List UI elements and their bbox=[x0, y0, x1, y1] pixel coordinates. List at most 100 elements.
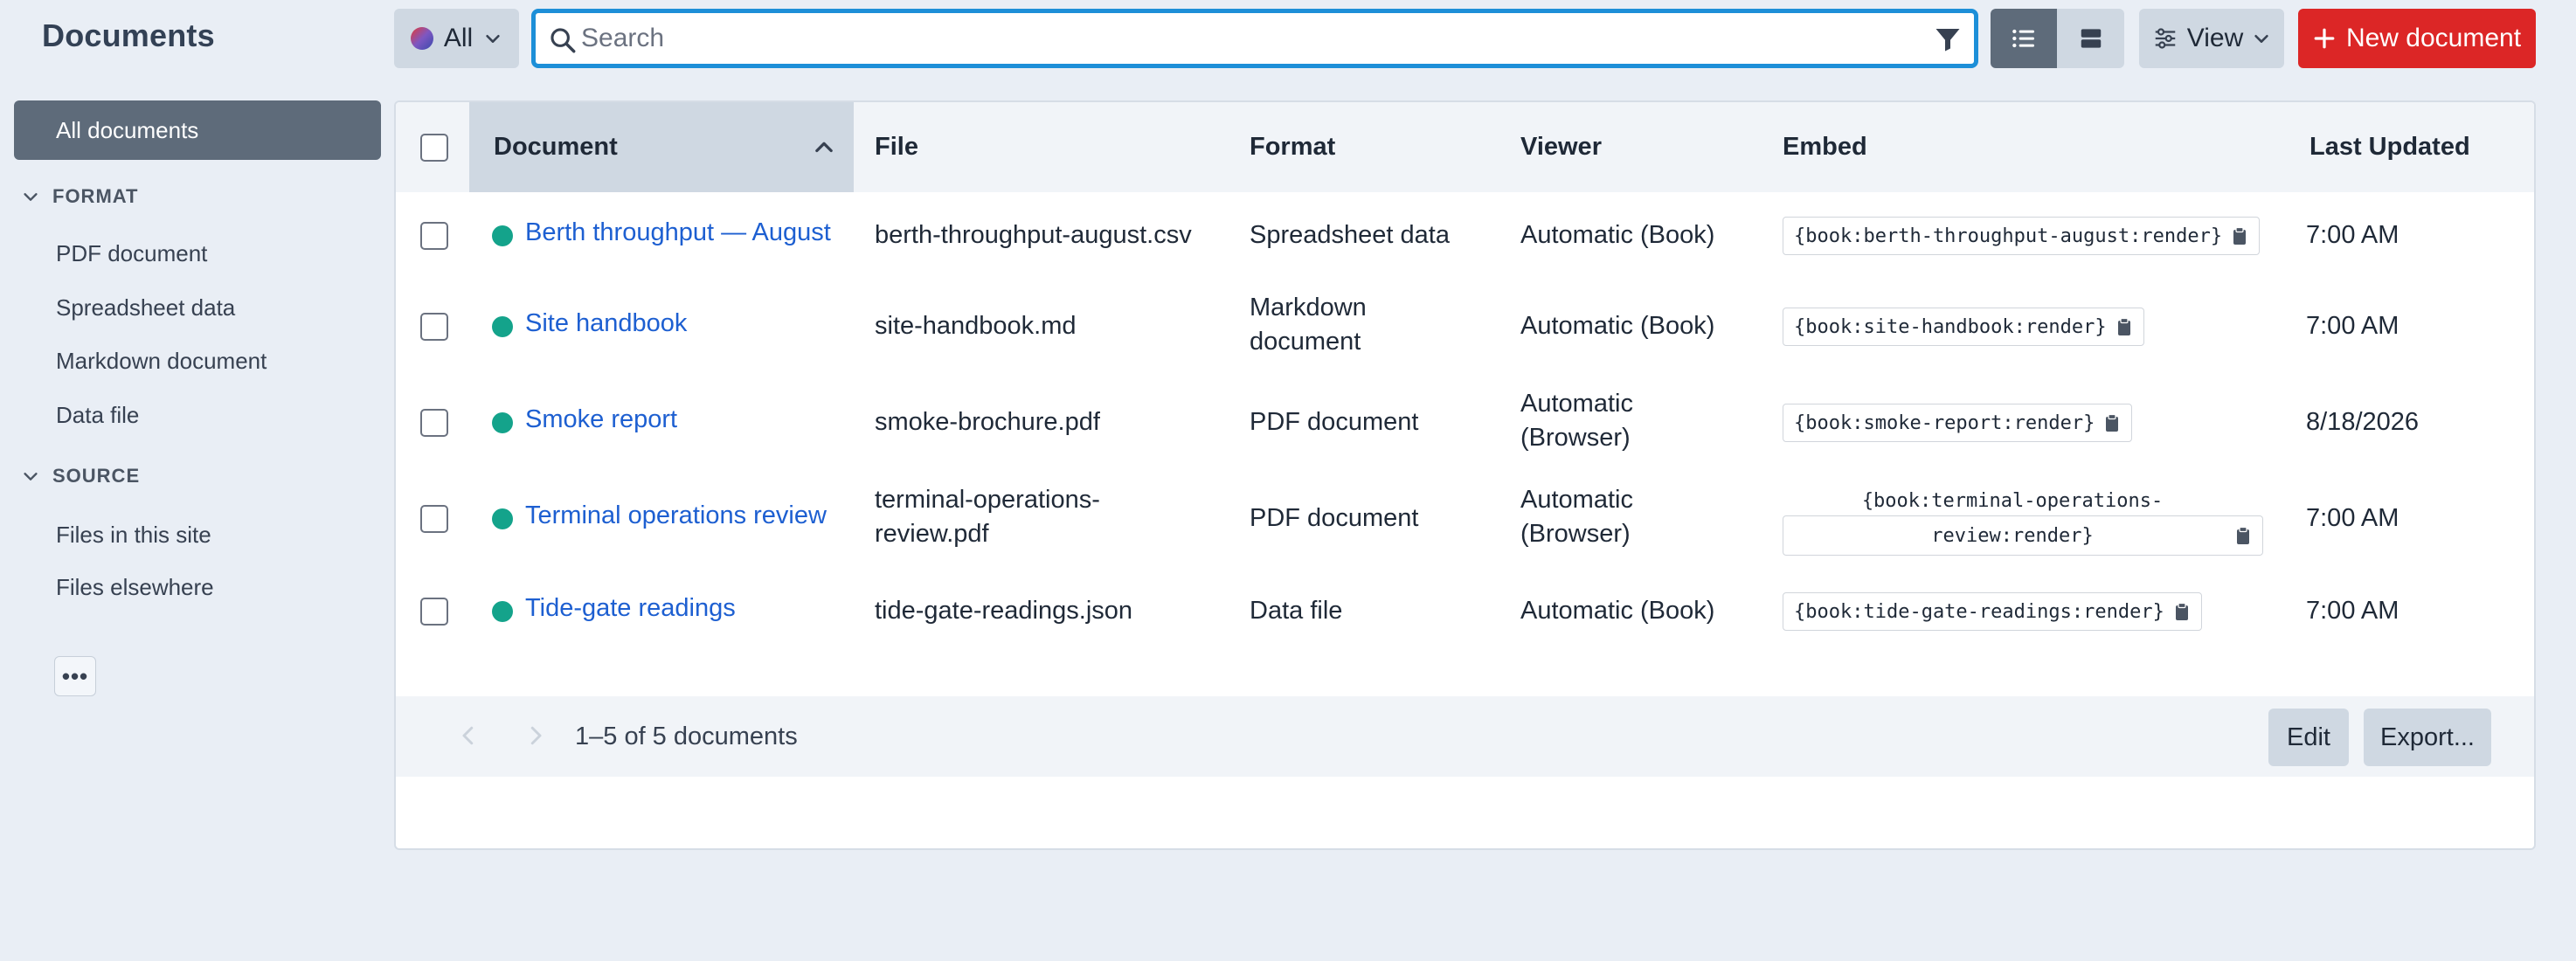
more-options-button[interactable]: ••• bbox=[54, 656, 96, 696]
file-cell: tide-gate-readings.json bbox=[875, 597, 1133, 625]
search-box bbox=[531, 9, 1978, 68]
row-checkbox[interactable] bbox=[420, 313, 448, 341]
last-updated-cell: 7:00 AM bbox=[2306, 221, 2399, 249]
viewer-cell: Automatic (Book) bbox=[1520, 597, 1715, 625]
embed-code[interactable]: {book:smoke-report:render} bbox=[1783, 404, 2133, 442]
column-header-format[interactable]: Format bbox=[1250, 102, 1335, 192]
sidebar-item-spreadsheet-data[interactable]: Spreadsheet data bbox=[56, 290, 235, 325]
sidebar-item-pdf-document[interactable]: PDF document bbox=[56, 236, 207, 271]
previous-page-icon[interactable] bbox=[455, 722, 481, 749]
grid-icon bbox=[2081, 29, 2101, 48]
row-checkbox[interactable] bbox=[420, 409, 448, 437]
chevron-down-icon bbox=[24, 473, 38, 480]
viewer-cell: Automatic (Book) bbox=[1520, 221, 1715, 249]
select-all-checkbox[interactable] bbox=[420, 134, 448, 162]
embed-code[interactable]: {book:berth-throughput-august:render} bbox=[1783, 217, 2261, 255]
clipboard-icon[interactable] bbox=[2231, 226, 2248, 245]
document-link[interactable]: Terminal operations review bbox=[525, 501, 827, 530]
view-options-button[interactable]: View bbox=[2139, 9, 2284, 68]
page-title: Documents bbox=[42, 17, 215, 53]
export-button[interactable]: Export... bbox=[2364, 709, 2491, 766]
clipboard-icon[interactable] bbox=[2173, 602, 2191, 621]
sidebar-item-data-file[interactable]: Data file bbox=[56, 398, 139, 432]
scope-filter-button[interactable]: All bbox=[394, 9, 519, 68]
embed-line: review:render} bbox=[1931, 525, 2094, 547]
list-view-toggle[interactable] bbox=[1991, 9, 2057, 68]
grid-view-toggle[interactable] bbox=[2057, 9, 2124, 68]
status-indicator bbox=[492, 316, 513, 337]
edit-button[interactable]: Edit bbox=[2268, 709, 2349, 766]
file-line: terminal-operations- bbox=[875, 486, 1100, 514]
scope-icon bbox=[410, 27, 433, 50]
sidebar-item-files-elsewhere[interactable]: Files elsewhere bbox=[56, 570, 214, 605]
sort-ascending-icon[interactable] bbox=[812, 135, 836, 160]
clipboard-icon[interactable] bbox=[2103, 413, 2121, 432]
column-header-document[interactable]: Document bbox=[494, 102, 618, 192]
embed-code-text: {book:terminal-operations- review:render… bbox=[1794, 484, 2231, 554]
document-link[interactable]: Tide-gate readings bbox=[525, 594, 736, 623]
sidebar-section-label: SOURCE bbox=[52, 465, 141, 487]
row-checkbox[interactable] bbox=[420, 505, 448, 533]
document-link[interactable]: Smoke report bbox=[525, 405, 677, 434]
last-updated-cell: 7:00 AM bbox=[2306, 504, 2399, 532]
embed-code-text: {book:smoke-report:render} bbox=[1794, 411, 2095, 434]
embed-code-text: {book:tide-gate-readings:render} bbox=[1794, 600, 2164, 623]
clipboard-icon[interactable] bbox=[2234, 526, 2252, 545]
sidebar-section-source[interactable]: SOURCE bbox=[21, 459, 140, 494]
viewer-cell: Automatic (Browser) bbox=[1520, 483, 1633, 551]
next-page-icon[interactable] bbox=[523, 722, 549, 749]
file-line: review.pdf bbox=[875, 520, 989, 548]
status-indicator bbox=[492, 508, 513, 529]
sidebar-item-markdown-document[interactable]: Markdown document bbox=[56, 343, 267, 378]
pagination-range: 1–5 of 5 documents bbox=[575, 722, 798, 750]
table-row[interactable]: Terminal operations review terminal-oper… bbox=[396, 472, 2534, 568]
last-updated-cell: 8/18/2026 bbox=[2306, 408, 2420, 436]
column-header-file[interactable]: File bbox=[875, 102, 918, 192]
search-input[interactable] bbox=[581, 17, 1909, 60]
viewer-cell: Automatic (Browser) bbox=[1520, 387, 1633, 455]
embed-line: {book:terminal-operations- bbox=[1861, 490, 2164, 512]
table-row[interactable]: Berth throughput — August berth-throughp… bbox=[396, 192, 2534, 280]
status-indicator bbox=[492, 225, 513, 246]
last-updated-cell: 7:00 AM bbox=[2306, 597, 2399, 625]
document-link[interactable]: Berth throughput — August bbox=[525, 218, 831, 247]
embed-code[interactable]: {book:tide-gate-readings:render} bbox=[1783, 592, 2202, 631]
viewer-cell: Automatic (Book) bbox=[1520, 312, 1715, 340]
embed-code-text: {book:berth-throughput-august:render} bbox=[1794, 225, 2223, 247]
column-header-embed[interactable]: Embed bbox=[1783, 102, 1867, 192]
file-cell: terminal-operations- review.pdf bbox=[875, 483, 1100, 551]
viewer-line: (Browser) bbox=[1520, 424, 1631, 452]
file-cell: site-handbook.md bbox=[875, 312, 1077, 340]
column-header-last-updated[interactable]: Last Updated bbox=[2309, 102, 2470, 192]
clipboard-icon[interactable] bbox=[2116, 317, 2133, 336]
format-cell: Data file bbox=[1250, 597, 1343, 625]
scope-label: All bbox=[443, 24, 474, 52]
column-header-viewer[interactable]: Viewer bbox=[1520, 102, 1602, 192]
sidebar: Documents All documents FORMAT PDF docum… bbox=[0, 0, 391, 961]
table-row[interactable]: Tide-gate readings tide-gate-readings.js… bbox=[396, 568, 2534, 655]
status-indicator bbox=[492, 412, 513, 433]
new-document-label: New document bbox=[2345, 24, 2522, 52]
table-footer: 1–5 of 5 documents Edit Export... bbox=[396, 696, 2534, 777]
file-cell: smoke-brochure.pdf bbox=[875, 408, 1100, 436]
filter-icon[interactable] bbox=[1932, 24, 1963, 55]
format-cell: PDF document bbox=[1250, 504, 1419, 532]
sidebar-item-all-documents[interactable]: All documents bbox=[14, 100, 381, 160]
chevron-down-icon bbox=[486, 34, 500, 43]
embed-code[interactable]: {book:site-handbook:render} bbox=[1783, 308, 2144, 346]
document-link[interactable]: Site handbook bbox=[525, 309, 687, 338]
row-checkbox[interactable] bbox=[420, 222, 448, 250]
documents-table: Document File Format Viewer Embed Last U… bbox=[394, 100, 2536, 850]
sidebar-section-format[interactable]: FORMAT bbox=[21, 179, 138, 214]
table-row[interactable]: Site handbook site-handbook.md Markdown … bbox=[396, 280, 2534, 376]
plus-icon bbox=[2314, 28, 2335, 49]
sidebar-item-files-in-this-site[interactable]: Files in this site bbox=[56, 517, 211, 552]
embed-code-text: {book:site-handbook:render} bbox=[1794, 315, 2107, 338]
new-document-button[interactable]: New document bbox=[2298, 9, 2536, 68]
format-cell: Markdown document bbox=[1250, 291, 1367, 359]
row-checkbox[interactable] bbox=[420, 598, 448, 626]
status-indicator bbox=[492, 601, 513, 622]
table-row[interactable]: Smoke report smoke-brochure.pdf PDF docu… bbox=[396, 376, 2534, 472]
list-icon bbox=[2012, 29, 2034, 48]
sidebar-section-label: FORMAT bbox=[52, 185, 139, 207]
